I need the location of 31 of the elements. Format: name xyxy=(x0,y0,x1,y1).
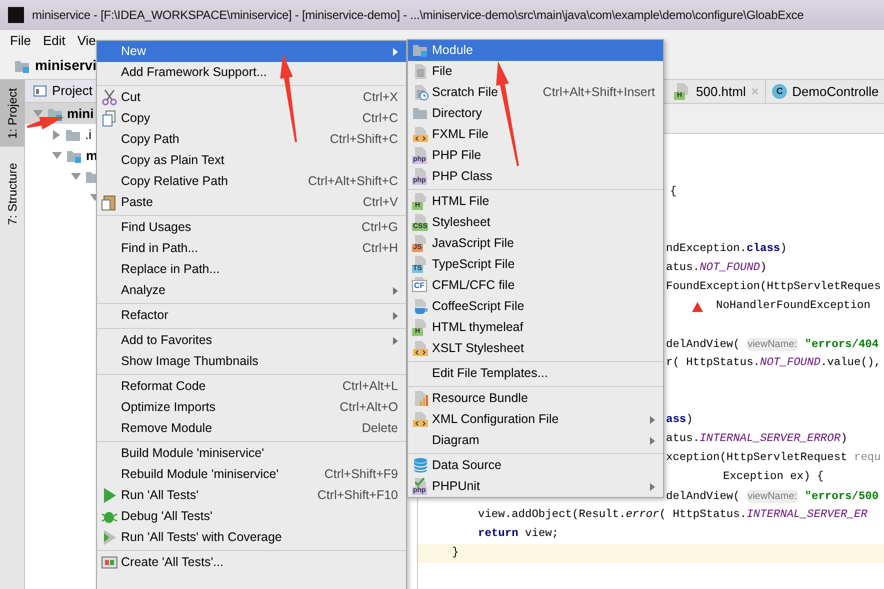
shortcut-text: Ctrl+X xyxy=(362,90,398,105)
code-line: atus.INTERNAL_SERVER_ERROR) xyxy=(666,432,848,447)
shortcut-text: Ctrl+C xyxy=(361,111,398,126)
shortcut-text: Ctrl+Alt+L xyxy=(341,379,398,394)
shortcut-text: Ctrl+G xyxy=(360,220,398,235)
shortcut-text: Ctrl+Alt+Shift+Insert xyxy=(542,85,655,100)
shortcut-text: Delete xyxy=(360,421,398,436)
code-line: r( HttpStatus.NOT_FOUND.value(), xyxy=(666,356,881,371)
code-line: FoundException(HttpServletReques xyxy=(666,280,881,295)
code-line: NoHandlerFoundException xyxy=(716,298,870,314)
code-line: return view; xyxy=(478,526,559,542)
code-line: view.addObject(Result.error( HttpStatus.INTERNAL_SERVER_ER xyxy=(478,508,868,523)
code-line: ndException.class) xyxy=(666,242,787,257)
class-icon: C xyxy=(772,84,788,99)
shortcut-text: Ctrl+Alt+O xyxy=(338,400,398,415)
file-type-icon: CF xyxy=(412,277,429,294)
code-line: atus.NOT_FOUND) xyxy=(666,260,767,276)
code-line: { xyxy=(670,184,677,200)
shortcut-text: Ctrl+Shift+C xyxy=(328,132,398,147)
shortcut-text: Ctrl+Shift+F10 xyxy=(316,488,398,503)
code-line: ass) xyxy=(666,412,693,428)
shortcut-text: Ctrl+V xyxy=(362,195,398,210)
window-title: miniservice - [F:\IDEA_WORKSPACE\miniservice] - [miniservice-demo] - ...\miniservice-demo\src\main\java\com\example\demo\configure\GloabExce xyxy=(32,8,804,22)
code-line: Exception ex) { xyxy=(723,470,824,485)
code-line: } xyxy=(452,546,459,561)
shortcut-text: Ctrl+Alt+Shift+C xyxy=(307,174,398,189)
code-line: delAndView( viewName: "errors/500 xyxy=(666,489,879,505)
code-line: delAndView( viewName: "errors/404 xyxy=(666,337,879,353)
shortcut-text: Ctrl+Shift+F9 xyxy=(323,467,398,482)
code-line: xception(HttpServletRequest requ xyxy=(666,450,881,466)
shortcut-text: Ctrl+H xyxy=(361,241,398,256)
